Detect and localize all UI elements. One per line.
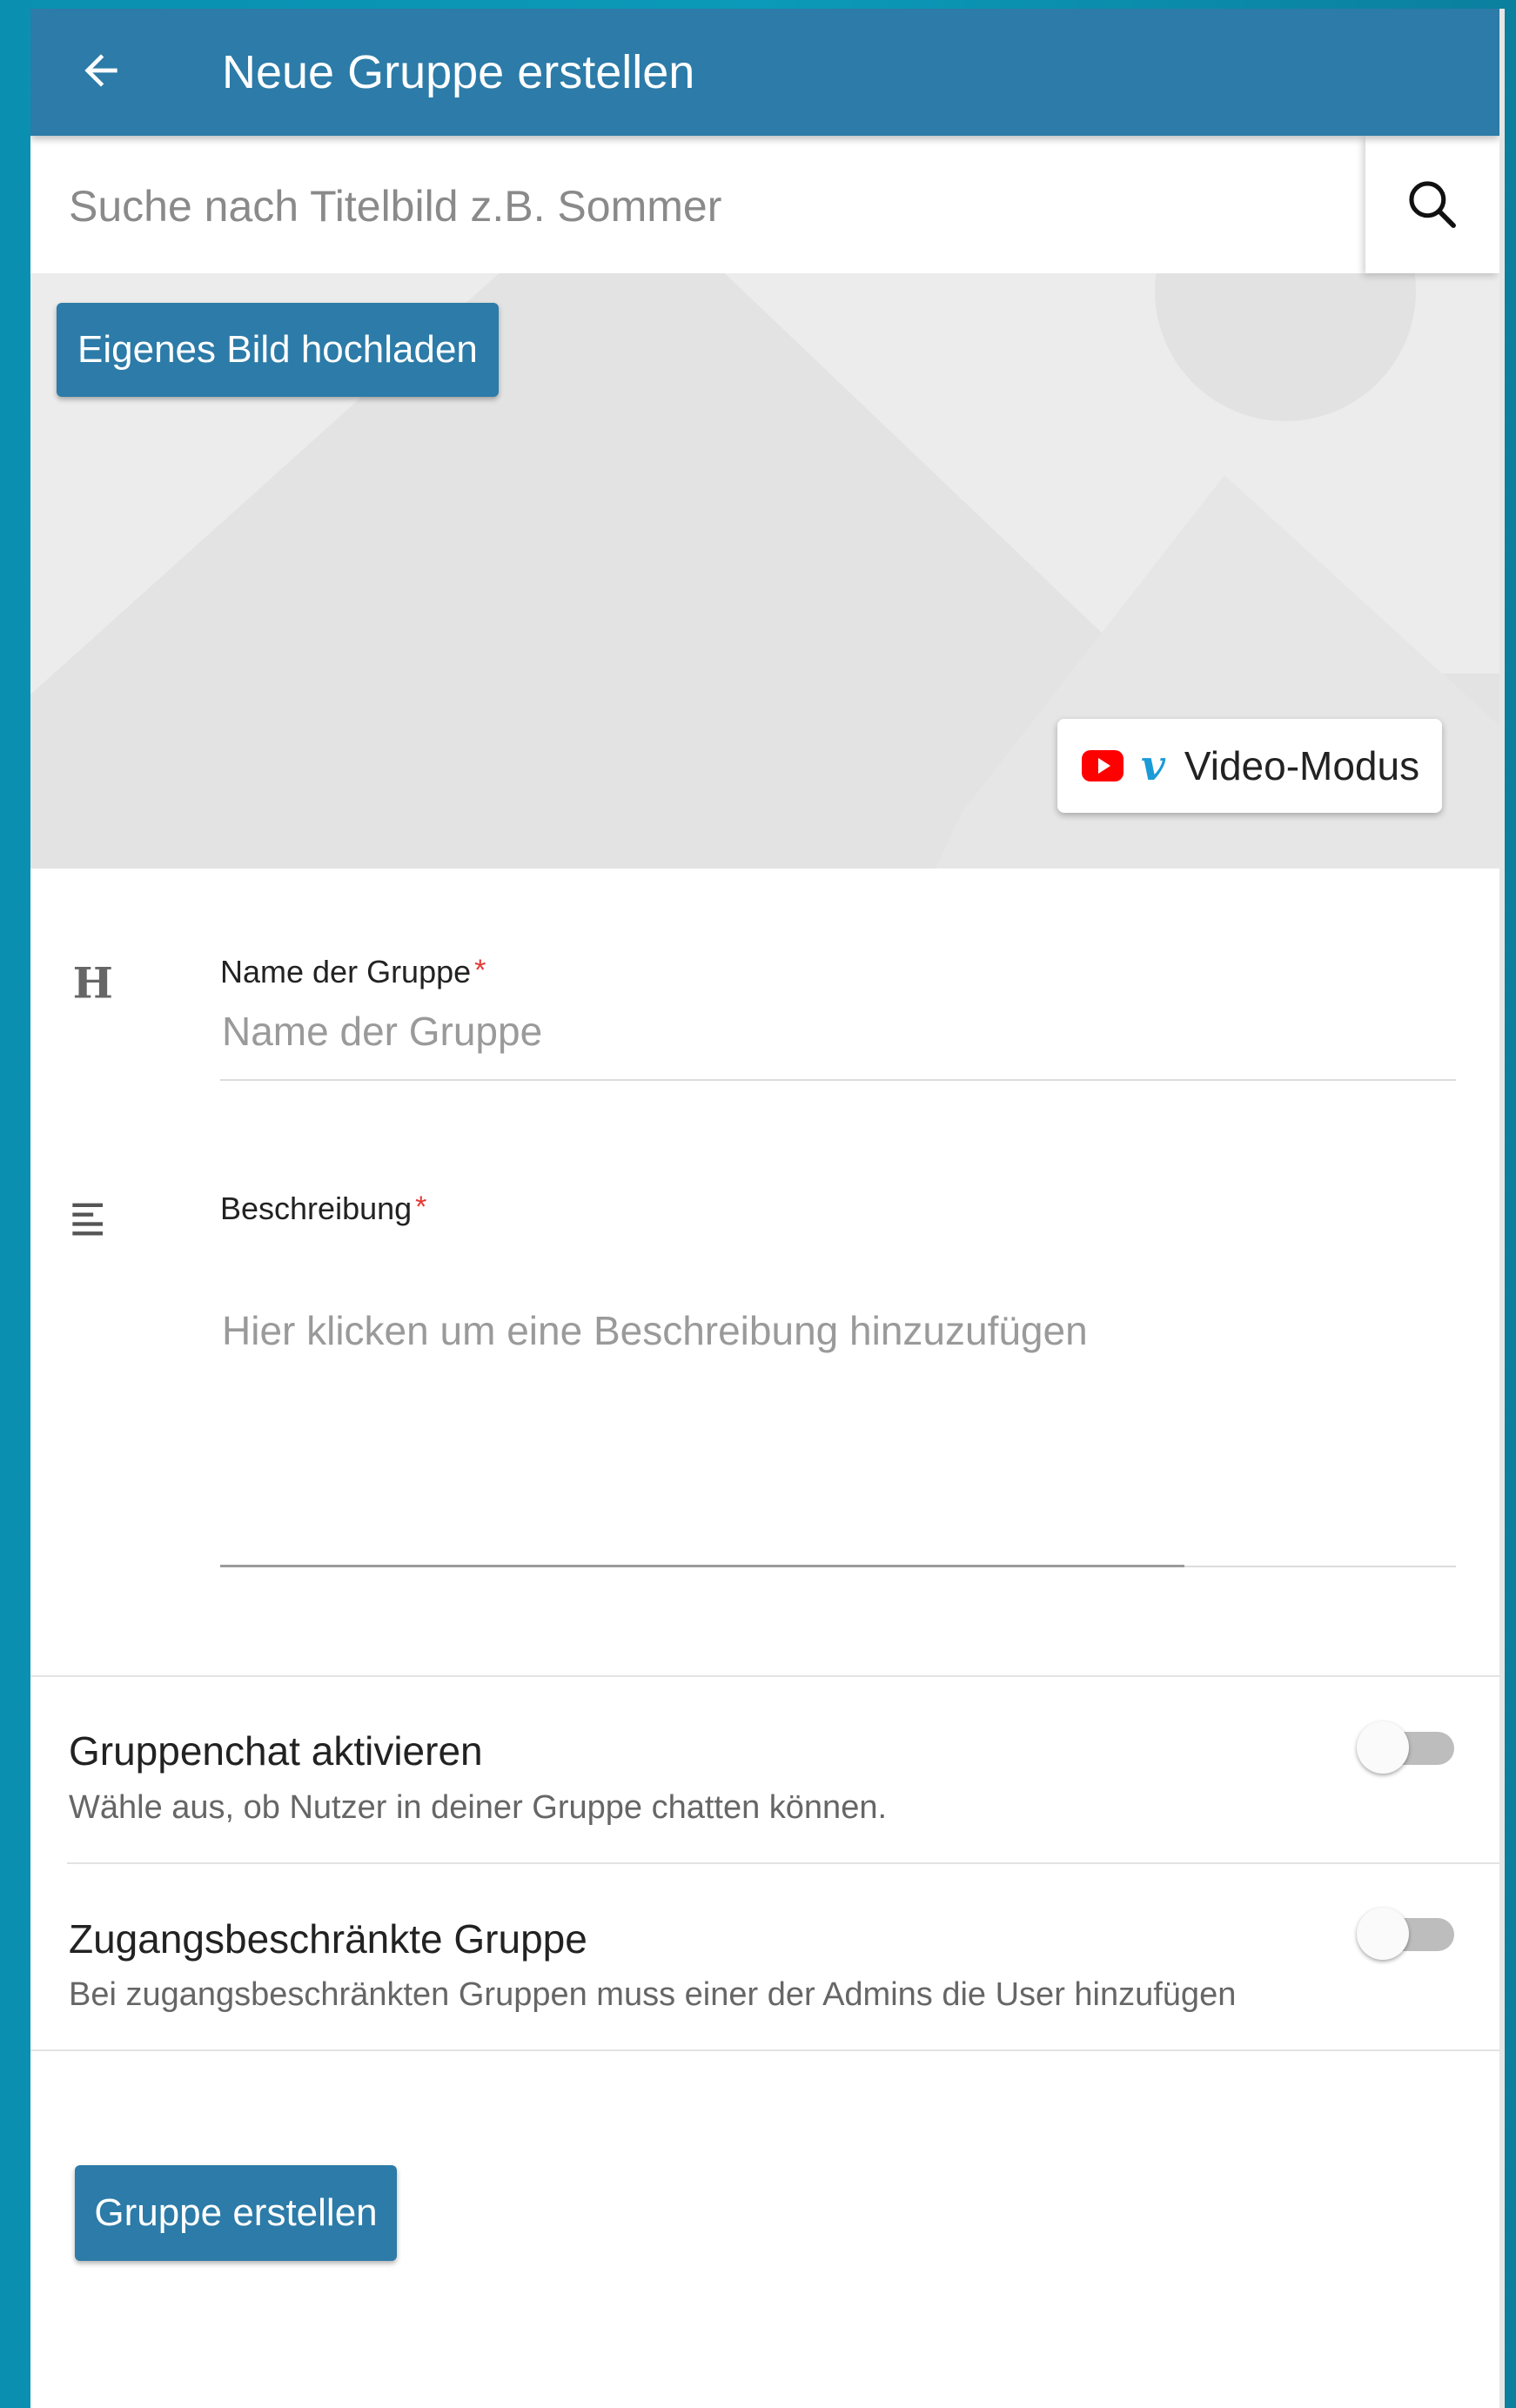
video-mode-button[interactable]: v Video-Modus xyxy=(1057,719,1442,813)
create-group-button[interactable]: Gruppe erstellen xyxy=(75,2165,397,2261)
required-mark: * xyxy=(474,954,486,987)
group-name-label: Name der Gruppe * xyxy=(220,954,486,989)
heading-icon: H xyxy=(73,958,113,1006)
arrow-left-icon xyxy=(84,54,117,87)
create-group-panel: Neue Gruppe erstellen Eigenes Bild hochl… xyxy=(30,9,1499,2408)
section-divider xyxy=(30,2049,1499,2051)
search-button[interactable] xyxy=(1365,136,1499,273)
group-name-underline xyxy=(220,1079,1456,1081)
cover-search-bar xyxy=(30,136,1499,273)
required-mark: * xyxy=(415,1191,427,1224)
toggle-knob xyxy=(1357,1721,1409,1774)
cover-search-input[interactable] xyxy=(67,162,1358,251)
group-name-input[interactable] xyxy=(220,992,1459,1070)
text-align-icon xyxy=(72,1203,103,1236)
option-divider xyxy=(67,1862,1499,1864)
search-icon xyxy=(1409,181,1456,228)
description-input[interactable] xyxy=(220,1305,1459,1553)
vimeo-icon: v xyxy=(1141,741,1165,790)
youtube-icon xyxy=(1082,750,1124,781)
toggle-knob xyxy=(1357,1908,1409,1960)
page-title: Neue Gruppe erstellen xyxy=(222,46,695,98)
group-chat-title: Gruppenchat aktivieren xyxy=(69,1728,483,1774)
description-label: Beschreibung * xyxy=(220,1191,427,1226)
app-bar: Neue Gruppe erstellen xyxy=(30,9,1499,136)
group-chat-subtitle: Wähle aus, ob Nutzer in deiner Gruppe ch… xyxy=(69,1789,888,1826)
svg-text:H: H xyxy=(73,958,113,1006)
video-mode-label: Video-Modus xyxy=(1184,743,1420,788)
restricted-group-subtitle: Bei zugangsbeschränkten Gruppen muss ein… xyxy=(69,1976,1237,2013)
section-divider xyxy=(30,1675,1499,1677)
description-underline-progress xyxy=(220,1565,1184,1567)
cover-image-area[interactable]: Eigenes Bild hochladen v Video-Modus xyxy=(30,273,1499,869)
back-button[interactable] xyxy=(65,35,137,106)
restricted-group-title: Zugangsbeschränkte Gruppe xyxy=(69,1916,587,1962)
upload-own-image-button[interactable]: Eigenes Bild hochladen xyxy=(57,303,499,397)
restricted-group-toggle[interactable] xyxy=(1357,1903,1459,1964)
group-chat-toggle[interactable] xyxy=(1357,1717,1459,1778)
